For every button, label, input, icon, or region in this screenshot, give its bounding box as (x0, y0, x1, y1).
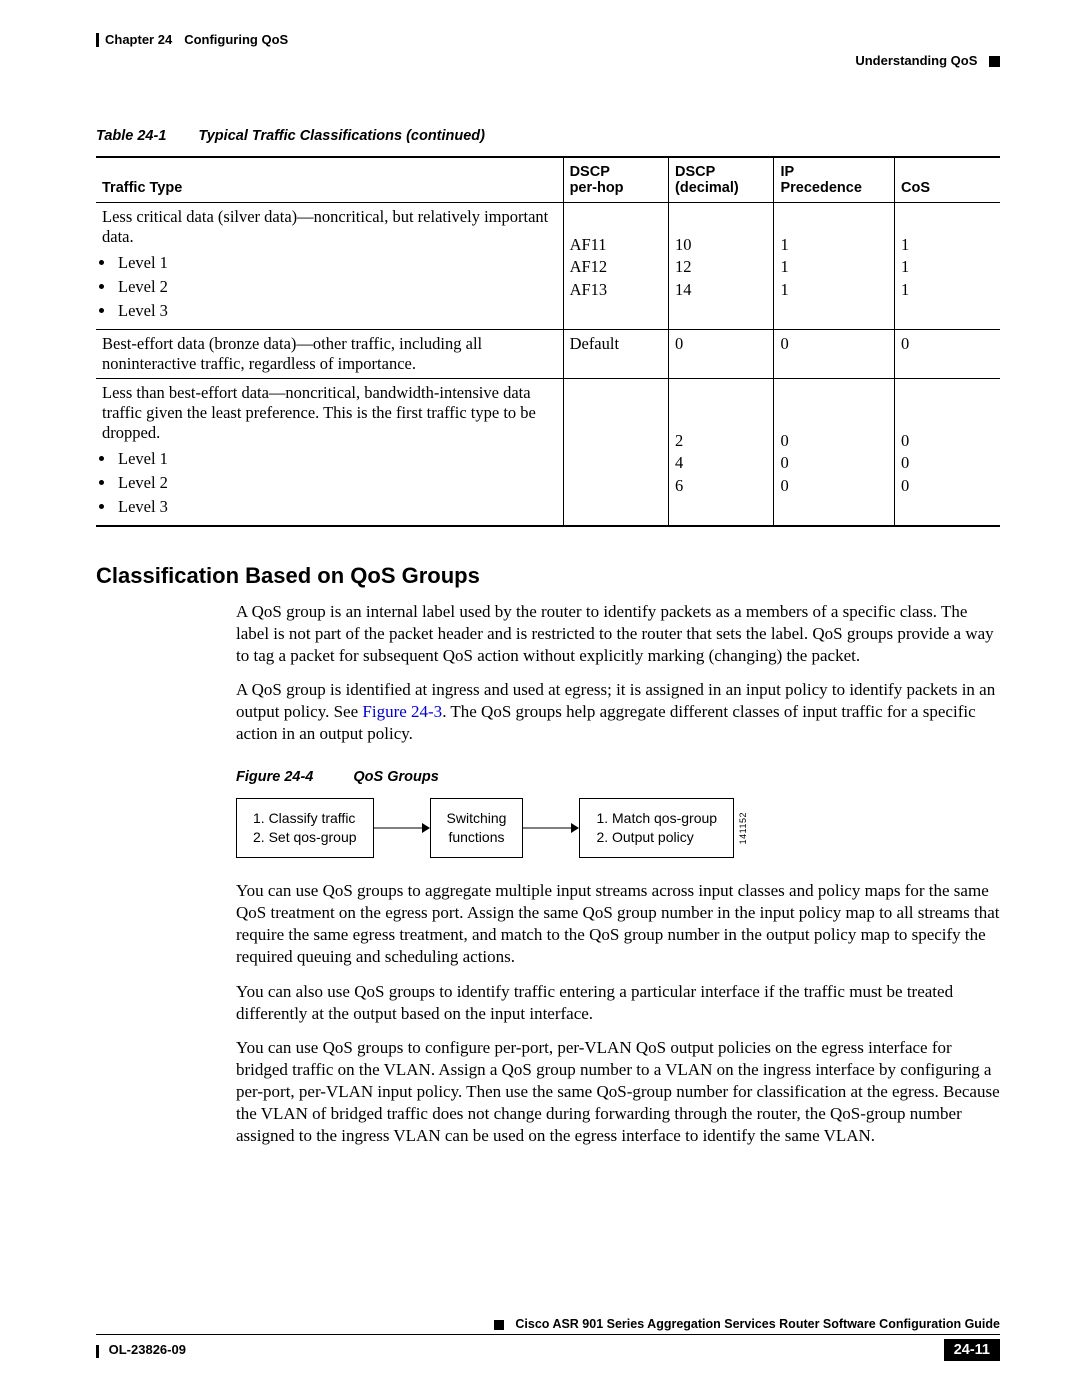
page-number: 24-11 (944, 1339, 1000, 1361)
diagram-box-switching: Switching functions (430, 798, 524, 858)
section-heading: Classification Based on QoS Groups (96, 563, 1000, 589)
cell-value: 1 (780, 279, 888, 301)
square-icon (494, 1320, 504, 1330)
diagram-box-classify: 1. Classify traffic 2. Set qos-group (236, 798, 374, 858)
figure-id: 141152 (738, 812, 750, 844)
cell-value: 10 (675, 234, 767, 256)
cell-value: AF12 (570, 256, 662, 278)
cell-value: 1 (901, 256, 994, 278)
body-paragraph: A QoS group is identified at ingress and… (236, 679, 1000, 745)
cell-value: 1 (780, 234, 888, 256)
col-cos: CoS (895, 157, 1001, 203)
figure-title: QoS Groups (353, 769, 438, 785)
table-number: Table 24-1 (96, 128, 166, 144)
running-header: Chapter 24 Configuring QoS (96, 32, 1000, 47)
cell-value: 6 (675, 475, 767, 497)
traffic-desc: Best-effort data (bronze data)—other tra… (96, 330, 563, 379)
traffic-classification-table: Traffic Type DSCPper-hop DSCP(decimal) I… (96, 156, 1000, 527)
level-item: Level 2 (116, 473, 557, 493)
col-ip-precedence: IPPrecedence (774, 157, 895, 203)
traffic-desc: Less than best-effort data—noncritical, … (102, 383, 557, 443)
body-paragraph: You can use QoS groups to configure per-… (236, 1037, 1000, 1147)
level-item: Level 1 (116, 253, 557, 273)
table-caption: Table 24-1 Typical Traffic Classificatio… (96, 128, 1000, 144)
table-title: Typical Traffic Classifications (continu… (198, 128, 485, 144)
level-item: Level 1 (116, 449, 557, 469)
body-paragraph: You can also use QoS groups to identify … (236, 981, 1000, 1025)
figure-caption: Figure 24-4 QoS Groups (236, 768, 1000, 787)
diagram-box-output: 1. Match qos-group 2. Output policy (579, 798, 734, 858)
cell-value: 4 (675, 452, 767, 474)
square-icon (989, 56, 1000, 67)
qos-groups-diagram: 1. Classify traffic 2. Set qos-group Swi… (236, 798, 1000, 858)
level-item: Level 3 (116, 301, 557, 321)
col-traffic-type: Traffic Type (96, 157, 563, 203)
section-title: Understanding QoS (855, 53, 977, 68)
figure-number: Figure 24-4 (236, 769, 313, 785)
col-dscp-perhop: DSCPper-hop (563, 157, 668, 203)
cell-value: 2 (675, 430, 767, 452)
arrow-icon (523, 819, 579, 837)
col-dscp-decimal: DSCP(decimal) (669, 157, 774, 203)
body-paragraph: A QoS group is an internal label used by… (236, 601, 1000, 667)
section-header: Understanding QoS (96, 53, 1000, 68)
cell-value: Default (563, 330, 668, 379)
table-row: Best-effort data (bronze data)—other tra… (96, 330, 1000, 379)
cell-value: 0 (780, 452, 888, 474)
cell-value: 1 (780, 256, 888, 278)
traffic-desc: Less critical data (silver data)—noncrit… (102, 207, 557, 247)
figure-link[interactable]: Figure 24-3 (362, 702, 442, 721)
chapter-label: Chapter 24 (105, 32, 172, 47)
footer-bar-icon (96, 1345, 99, 1358)
cell-value: 0 (901, 475, 994, 497)
table-row: Less critical data (silver data)—noncrit… (96, 203, 1000, 330)
cell-value: 0 (901, 452, 994, 474)
header-bar-icon (96, 33, 99, 47)
cell-value: 0 (780, 475, 888, 497)
chapter-title: Configuring QoS (184, 32, 288, 47)
body-paragraph: You can use QoS groups to aggregate mult… (236, 880, 1000, 968)
page-footer: Cisco ASR 901 Series Aggregation Service… (96, 1317, 1000, 1361)
cell-value: 0 (774, 330, 895, 379)
table-row: Less than best-effort data—noncritical, … (96, 379, 1000, 527)
cell-value: 0 (895, 330, 1001, 379)
cell-value: 1 (901, 279, 994, 301)
cell-value: 14 (675, 279, 767, 301)
cell-value: 0 (901, 430, 994, 452)
arrow-icon (374, 819, 430, 837)
book-title: Cisco ASR 901 Series Aggregation Service… (515, 1317, 1000, 1331)
level-item: Level 2 (116, 277, 557, 297)
cell-value: AF11 (570, 234, 662, 256)
level-item: Level 3 (116, 497, 557, 517)
cell-value: 0 (669, 330, 774, 379)
cell-value: 1 (901, 234, 994, 256)
cell-value: 12 (675, 256, 767, 278)
cell-value: AF13 (570, 279, 662, 301)
doc-number: OL-23826-09 (109, 1342, 186, 1357)
cell-value: 0 (780, 430, 888, 452)
